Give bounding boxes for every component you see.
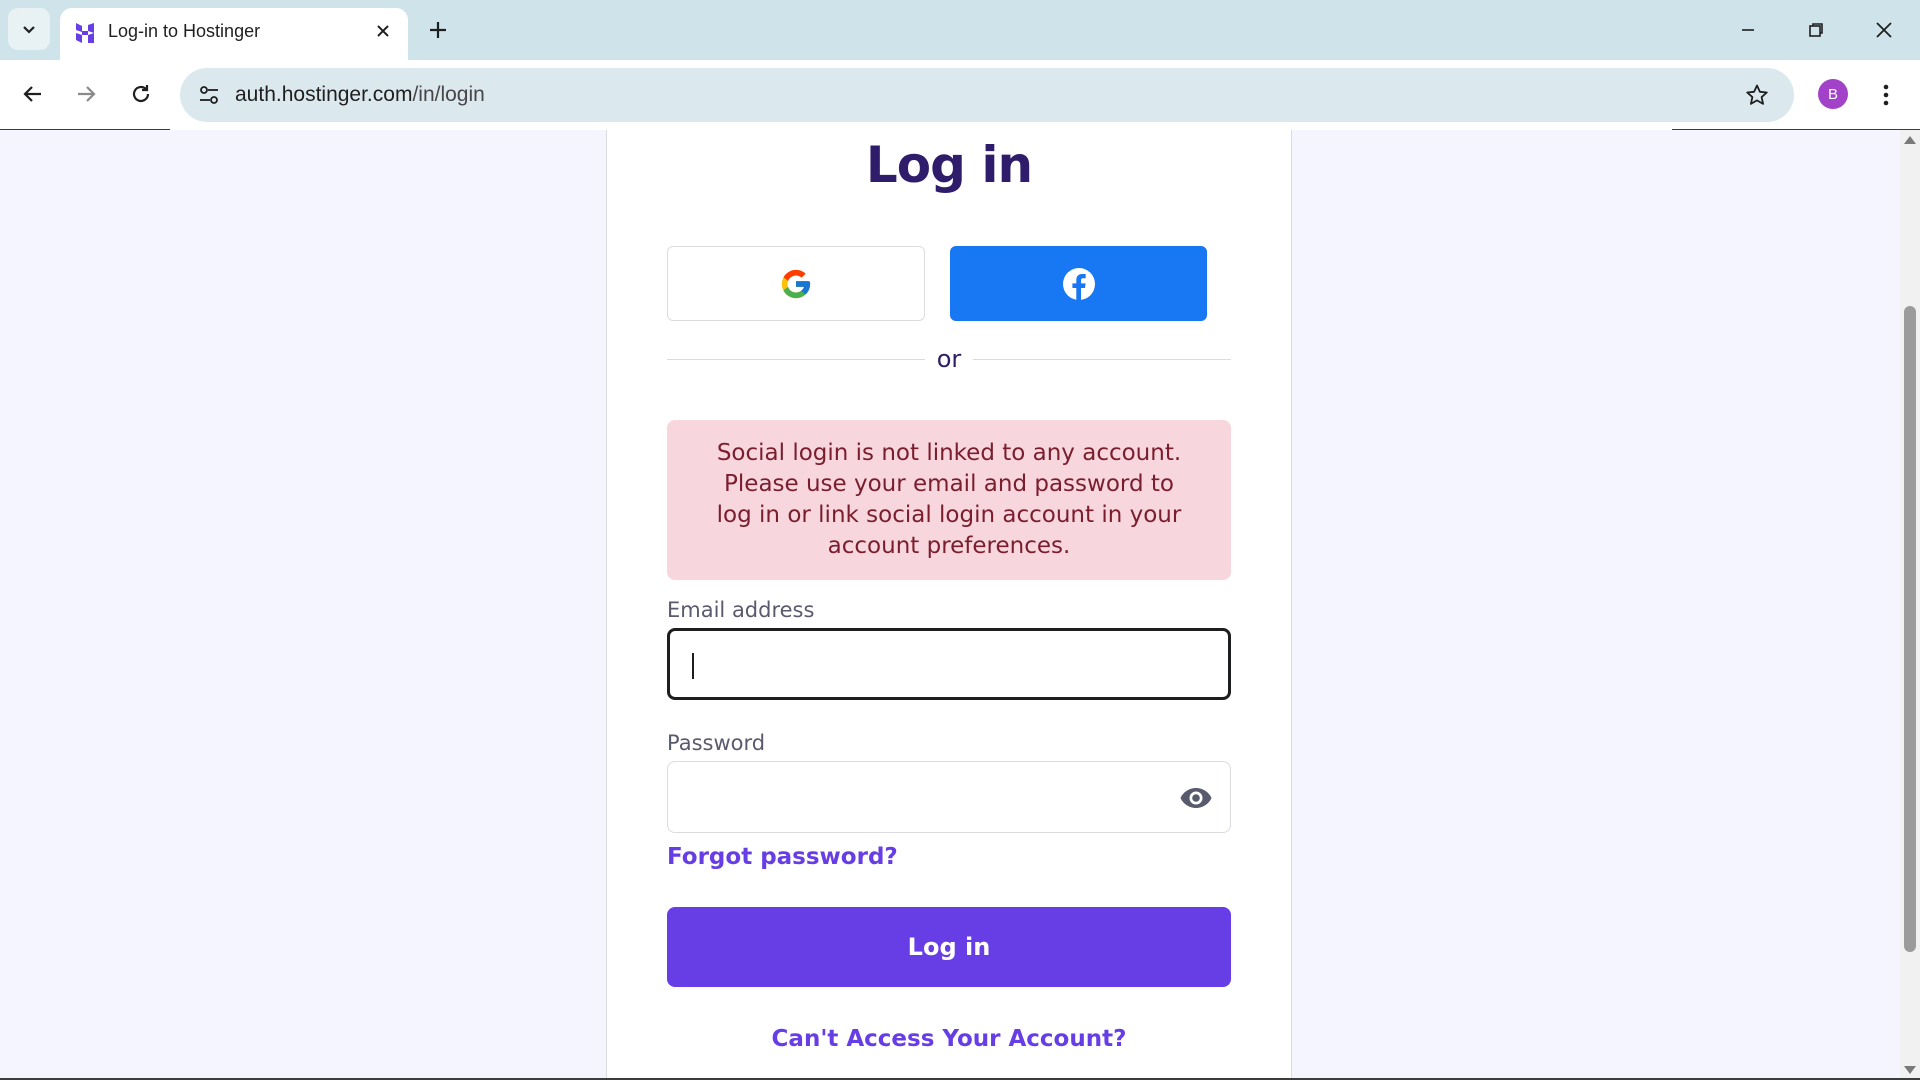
text-caret: [692, 653, 694, 679]
minimize-button[interactable]: [1720, 8, 1776, 52]
bookmark-button[interactable]: [1740, 78, 1774, 112]
facebook-login-button[interactable]: [950, 246, 1207, 321]
url-path: /in/login: [412, 83, 485, 106]
facebook-logo-icon: [1062, 267, 1095, 301]
page-scrollbar[interactable]: [1900, 130, 1920, 1080]
close-window-button[interactable]: [1856, 8, 1912, 52]
email-field[interactable]: [667, 628, 1231, 700]
url-text[interactable]: auth.hostinger.com/in/login: [235, 68, 485, 122]
page-title: Log in: [865, 136, 1033, 194]
arrow-right-icon: [78, 86, 96, 102]
tune-icon: [200, 86, 218, 104]
kebab-menu-icon: [1883, 84, 1889, 106]
hostinger-logo-icon: [76, 23, 94, 43]
address-bar[interactable]: auth.hostinger.com/in/login: [180, 68, 1794, 122]
new-tab-button[interactable]: [420, 14, 456, 46]
forgot-password-link[interactable]: Forgot password?: [667, 844, 898, 870]
url-host: auth.hostinger.com: [235, 83, 413, 106]
reload-button[interactable]: [121, 74, 161, 114]
page-viewport: Log in or Social login is not linked to …: [0, 130, 1900, 1080]
eye-icon: [1180, 788, 1212, 808]
close-icon: [377, 25, 389, 37]
login-button[interactable]: Log in: [667, 907, 1231, 987]
profile-avatar[interactable]: B: [1818, 79, 1848, 109]
or-divider: or: [667, 344, 1231, 374]
reload-icon: [132, 85, 150, 103]
restore-icon: [1809, 23, 1823, 37]
error-alert-text: Social login is not linked to any accoun…: [716, 440, 1182, 559]
site-info-button[interactable]: [190, 76, 228, 114]
chevron-down-icon: [23, 26, 35, 34]
arrow-left-icon: [23, 86, 41, 102]
browser-toolbar: auth.hostinger.com/in/login B: [0, 60, 1920, 130]
plus-icon: [430, 22, 446, 38]
email-label: Email address: [667, 598, 815, 622]
divider-text: or: [936, 345, 962, 373]
tab-strip: Log-in to Hostinger: [0, 0, 1920, 60]
tab-title: Log-in to Hostinger: [108, 21, 261, 41]
close-icon: [1876, 22, 1892, 38]
login-card: Log in or Social login is not linked to …: [606, 130, 1292, 1080]
minimize-icon: [1742, 29, 1754, 31]
scroll-up-arrow-icon[interactable]: [1904, 136, 1916, 144]
cant-access-account-link[interactable]: Can't Access Your Account?: [607, 1026, 1291, 1052]
password-field[interactable]: [667, 761, 1231, 833]
google-login-button[interactable]: [667, 246, 925, 321]
tab-close-button[interactable]: [372, 20, 394, 42]
scrollbar-thumb[interactable]: [1904, 306, 1916, 952]
restore-button[interactable]: [1788, 8, 1844, 52]
error-alert: Social login is not linked to any accoun…: [667, 420, 1231, 580]
scroll-down-arrow-icon[interactable]: [1904, 1066, 1916, 1074]
star-icon: [1746, 84, 1768, 105]
active-tab[interactable]: Log-in to Hostinger: [60, 8, 408, 60]
forward-button[interactable]: [66, 74, 106, 114]
google-logo-icon: [781, 269, 811, 298]
tab-search-button[interactable]: [8, 8, 50, 50]
password-label: Password: [667, 731, 766, 755]
browser-menu-button[interactable]: [1870, 76, 1902, 114]
show-password-button[interactable]: [1178, 784, 1214, 812]
back-button[interactable]: [13, 74, 53, 114]
